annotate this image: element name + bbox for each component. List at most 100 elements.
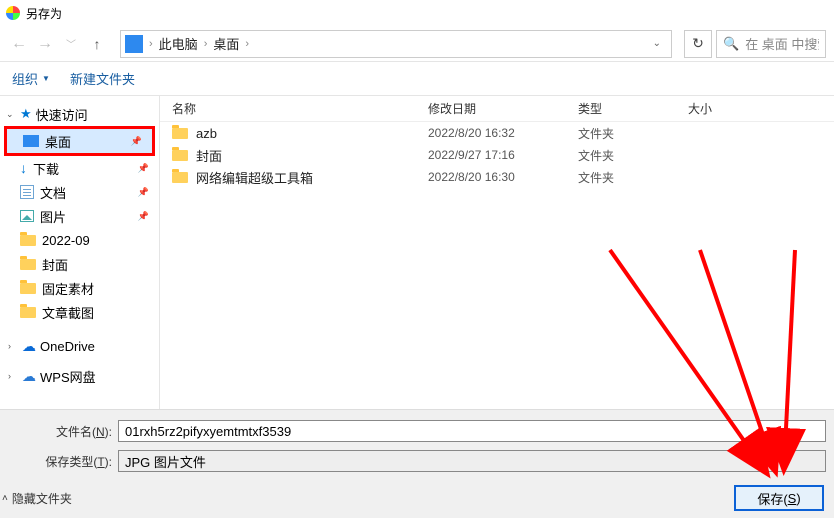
- picture-icon: [20, 210, 34, 222]
- sidebar-item-label: 图片: [40, 207, 66, 226]
- sidebar-item-label: 2022-09: [42, 233, 90, 248]
- sidebar-item-folder[interactable]: 封面: [0, 252, 159, 276]
- file-list: azb 2022/8/20 16:32 文件夹 封面 2022/9/27 17:…: [160, 122, 834, 409]
- folder-icon: [172, 150, 188, 161]
- cloud-icon: ☁: [22, 338, 36, 355]
- chevron-down-icon: ▼: [42, 74, 50, 83]
- caret-icon: ⌄: [6, 109, 16, 120]
- sidebar-item-folder[interactable]: 固定素材: [0, 276, 159, 300]
- search-input[interactable]: 🔍 在 桌面 中搜索: [716, 30, 826, 58]
- filetype-label: 保存类型(T):: [8, 453, 112, 470]
- filetype-value: JPG 图片文件: [125, 452, 206, 471]
- new-folder-button[interactable]: 新建文件夹: [70, 69, 135, 88]
- sidebar-quick-access[interactable]: ⌄ ★ 快速访问: [0, 102, 159, 126]
- nav-back-icon: ←: [8, 35, 30, 53]
- filename-row: 文件名(N):: [8, 420, 826, 442]
- sidebar-item-folder[interactable]: 文章截图: [0, 300, 159, 324]
- sidebar-item-desktop[interactable]: 桌面: [7, 129, 152, 153]
- refresh-icon: ↻: [692, 35, 704, 52]
- file-date: 2022/9/27 17:16: [428, 148, 578, 162]
- location-icon: [125, 35, 143, 53]
- sidebar-item-folder[interactable]: 2022-09: [0, 228, 159, 252]
- column-header-name[interactable]: 名称: [172, 100, 428, 117]
- file-type: 文件夹: [578, 169, 688, 186]
- address-dropdown-icon[interactable]: ⌄: [647, 38, 667, 49]
- folder-icon: [172, 128, 188, 139]
- sidebar-wps[interactable]: › ☁ WPS网盘: [0, 364, 159, 388]
- file-name: azb: [196, 126, 217, 141]
- sidebar-item-label: 下载: [33, 159, 59, 178]
- sidebar-item-pictures[interactable]: 图片: [0, 204, 159, 228]
- wps-label: WPS网盘: [40, 367, 96, 386]
- nav-recent-dropdown[interactable]: ﹀: [60, 36, 82, 51]
- sidebar-item-label: 封面: [42, 255, 68, 274]
- organize-button[interactable]: 组织 ▼: [12, 69, 50, 88]
- bottom-panel: 文件名(N): 保存类型(T): JPG 图片文件: [0, 409, 834, 478]
- file-row[interactable]: 封面 2022/9/27 17:16 文件夹: [160, 144, 834, 166]
- save-as-dialog: 另存为 ← → ﹀ ↑ › 此电脑 › 桌面 › ⌄ ↻ 🔍 在 桌面 中搜索 …: [0, 0, 834, 518]
- breadcrumb-sep: ›: [149, 38, 153, 50]
- onedrive-label: OneDrive: [40, 339, 95, 354]
- annotation-highlight: 桌面: [4, 126, 155, 156]
- sidebar: ⌄ ★ 快速访问 桌面 ↓ 下载 文档 图片: [0, 96, 160, 409]
- sidebar-onedrive[interactable]: › ☁ OneDrive: [0, 334, 159, 358]
- sidebar-item-documents[interactable]: 文档: [0, 180, 159, 204]
- sidebar-item-label: 文档: [40, 183, 66, 202]
- file-date: 2022/8/20 16:32: [428, 126, 578, 140]
- file-type: 文件夹: [578, 147, 688, 164]
- folder-icon: [20, 283, 36, 294]
- sidebar-item-downloads[interactable]: ↓ 下载: [0, 156, 159, 180]
- cloud-icon: ☁: [22, 368, 36, 385]
- file-area: 名称 修改日期 类型 大小 azb 2022/8/20 16:32 文件夹 封面…: [160, 96, 834, 409]
- navbar: ← → ﹀ ↑ › 此电脑 › 桌面 › ⌄ ↻ 🔍 在 桌面 中搜索: [0, 26, 834, 62]
- sidebar-item-label: 固定素材: [42, 279, 94, 298]
- file-name: 封面: [196, 146, 222, 165]
- star-icon: ★: [20, 106, 32, 122]
- caret-icon: ›: [8, 341, 18, 351]
- download-icon: ↓: [20, 160, 27, 176]
- column-header-date[interactable]: 修改日期: [428, 100, 578, 117]
- hide-folders-label: 隐藏文件夹: [12, 490, 72, 507]
- chevron-up-icon: ˄: [2, 493, 8, 504]
- search-placeholder: 在 桌面 中搜索: [745, 34, 819, 53]
- sidebar-item-label: 文章截图: [42, 303, 94, 322]
- desktop-icon: [23, 135, 39, 147]
- folder-icon: [20, 259, 36, 270]
- breadcrumb-sep: ›: [245, 38, 249, 50]
- refresh-button[interactable]: ↻: [684, 30, 712, 58]
- filetype-row: 保存类型(T): JPG 图片文件: [8, 450, 826, 472]
- file-date: 2022/8/20 16:30: [428, 170, 578, 184]
- filetype-select[interactable]: JPG 图片文件: [118, 450, 826, 472]
- app-icon: [6, 6, 20, 20]
- filename-input[interactable]: [118, 420, 826, 442]
- toolbar: 组织 ▼ 新建文件夹: [0, 62, 834, 96]
- quick-access-label: 快速访问: [36, 105, 88, 124]
- window-title: 另存为: [26, 5, 62, 22]
- dialog-body: ⌄ ★ 快速访问 桌面 ↓ 下载 文档 图片: [0, 96, 834, 409]
- column-header-type[interactable]: 类型: [578, 100, 688, 117]
- file-row[interactable]: azb 2022/8/20 16:32 文件夹: [160, 122, 834, 144]
- address-bar[interactable]: › 此电脑 › 桌面 › ⌄: [120, 30, 672, 58]
- column-headers: 名称 修改日期 类型 大小: [160, 96, 834, 122]
- hide-folders-toggle[interactable]: ˄ 隐藏文件夹: [2, 490, 72, 507]
- folder-icon: [20, 235, 36, 246]
- breadcrumb-item[interactable]: 此电脑: [159, 34, 198, 53]
- breadcrumb-sep: ›: [204, 38, 208, 50]
- folder-icon: [20, 307, 36, 318]
- filename-label: 文件名(N):: [8, 423, 112, 440]
- column-header-size[interactable]: 大小: [688, 100, 834, 117]
- caret-icon: ›: [8, 371, 18, 381]
- file-type: 文件夹: [578, 125, 688, 142]
- nav-up-icon[interactable]: ↑: [86, 36, 108, 52]
- footer: ˄ 隐藏文件夹 保存(S): [0, 478, 834, 518]
- save-button[interactable]: 保存(S): [734, 485, 824, 511]
- search-icon: 🔍: [723, 36, 739, 52]
- nav-forward-icon: →: [34, 35, 56, 53]
- new-folder-label: 新建文件夹: [70, 69, 135, 88]
- file-row[interactable]: 网络编辑超级工具箱 2022/8/20 16:30 文件夹: [160, 166, 834, 188]
- sidebar-item-label: 桌面: [45, 132, 71, 151]
- breadcrumb-item[interactable]: 桌面: [213, 34, 239, 53]
- organize-label: 组织: [12, 69, 38, 88]
- folder-icon: [172, 172, 188, 183]
- document-icon: [20, 185, 34, 199]
